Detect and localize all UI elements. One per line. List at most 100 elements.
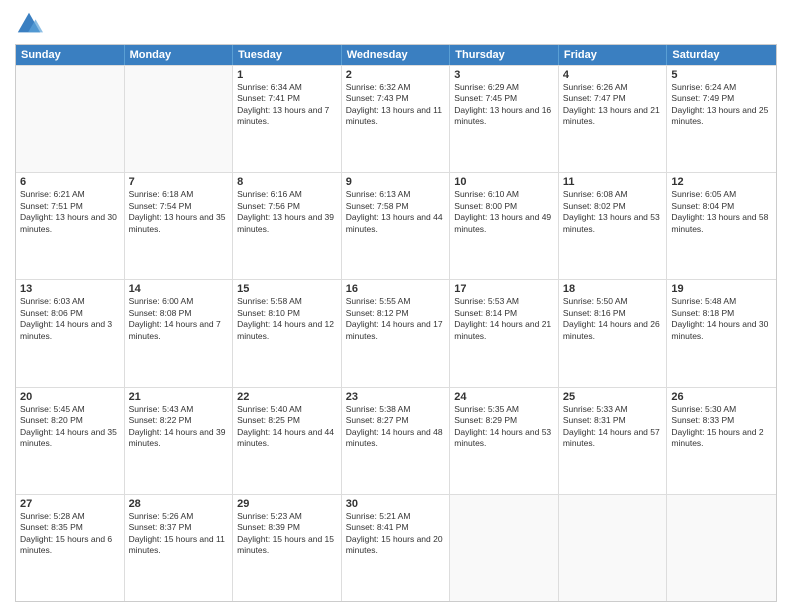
day-info: Sunrise: 6:29 AM Sunset: 7:45 PM Dayligh… bbox=[454, 82, 554, 128]
day-info: Sunrise: 5:38 AM Sunset: 8:27 PM Dayligh… bbox=[346, 404, 446, 450]
calendar-cell bbox=[667, 495, 776, 601]
calendar-cell: 22Sunrise: 5:40 AM Sunset: 8:25 PM Dayli… bbox=[233, 388, 342, 494]
day-info: Sunrise: 6:13 AM Sunset: 7:58 PM Dayligh… bbox=[346, 189, 446, 235]
day-number: 12 bbox=[671, 176, 772, 188]
day-number: 28 bbox=[129, 498, 229, 510]
weekday-header: Tuesday bbox=[233, 45, 342, 65]
weekday-header: Wednesday bbox=[342, 45, 451, 65]
calendar-cell: 4Sunrise: 6:26 AM Sunset: 7:47 PM Daylig… bbox=[559, 66, 668, 172]
calendar-cell: 21Sunrise: 5:43 AM Sunset: 8:22 PM Dayli… bbox=[125, 388, 234, 494]
calendar-cell: 19Sunrise: 5:48 AM Sunset: 8:18 PM Dayli… bbox=[667, 280, 776, 386]
calendar-row: 6Sunrise: 6:21 AM Sunset: 7:51 PM Daylig… bbox=[16, 172, 776, 279]
calendar-cell bbox=[450, 495, 559, 601]
day-info: Sunrise: 5:28 AM Sunset: 8:35 PM Dayligh… bbox=[20, 511, 120, 557]
calendar-cell: 13Sunrise: 6:03 AM Sunset: 8:06 PM Dayli… bbox=[16, 280, 125, 386]
day-number: 26 bbox=[671, 391, 772, 403]
day-number: 15 bbox=[237, 283, 337, 295]
day-info: Sunrise: 6:03 AM Sunset: 8:06 PM Dayligh… bbox=[20, 296, 120, 342]
day-number: 9 bbox=[346, 176, 446, 188]
calendar-cell: 5Sunrise: 6:24 AM Sunset: 7:49 PM Daylig… bbox=[667, 66, 776, 172]
day-info: Sunrise: 6:16 AM Sunset: 7:56 PM Dayligh… bbox=[237, 189, 337, 235]
day-number: 29 bbox=[237, 498, 337, 510]
calendar-cell: 26Sunrise: 5:30 AM Sunset: 8:33 PM Dayli… bbox=[667, 388, 776, 494]
calendar: SundayMondayTuesdayWednesdayThursdayFrid… bbox=[15, 44, 777, 602]
calendar-cell: 27Sunrise: 5:28 AM Sunset: 8:35 PM Dayli… bbox=[16, 495, 125, 601]
calendar-cell: 15Sunrise: 5:58 AM Sunset: 8:10 PM Dayli… bbox=[233, 280, 342, 386]
calendar-cell: 7Sunrise: 6:18 AM Sunset: 7:54 PM Daylig… bbox=[125, 173, 234, 279]
day-info: Sunrise: 5:21 AM Sunset: 8:41 PM Dayligh… bbox=[346, 511, 446, 557]
calendar-cell bbox=[16, 66, 125, 172]
day-number: 7 bbox=[129, 176, 229, 188]
weekday-header: Sunday bbox=[16, 45, 125, 65]
day-number: 17 bbox=[454, 283, 554, 295]
calendar-cell: 25Sunrise: 5:33 AM Sunset: 8:31 PM Dayli… bbox=[559, 388, 668, 494]
weekday-header: Thursday bbox=[450, 45, 559, 65]
day-info: Sunrise: 6:18 AM Sunset: 7:54 PM Dayligh… bbox=[129, 189, 229, 235]
day-info: Sunrise: 5:26 AM Sunset: 8:37 PM Dayligh… bbox=[129, 511, 229, 557]
calendar-header: SundayMondayTuesdayWednesdayThursdayFrid… bbox=[16, 45, 776, 65]
day-number: 1 bbox=[237, 69, 337, 81]
calendar-cell: 23Sunrise: 5:38 AM Sunset: 8:27 PM Dayli… bbox=[342, 388, 451, 494]
page: SundayMondayTuesdayWednesdayThursdayFrid… bbox=[0, 0, 792, 612]
day-info: Sunrise: 6:34 AM Sunset: 7:41 PM Dayligh… bbox=[237, 82, 337, 128]
day-info: Sunrise: 6:00 AM Sunset: 8:08 PM Dayligh… bbox=[129, 296, 229, 342]
day-info: Sunrise: 5:55 AM Sunset: 8:12 PM Dayligh… bbox=[346, 296, 446, 342]
calendar-cell: 18Sunrise: 5:50 AM Sunset: 8:16 PM Dayli… bbox=[559, 280, 668, 386]
day-number: 11 bbox=[563, 176, 663, 188]
weekday-header: Saturday bbox=[667, 45, 776, 65]
logo bbox=[15, 10, 47, 38]
calendar-cell: 3Sunrise: 6:29 AM Sunset: 7:45 PM Daylig… bbox=[450, 66, 559, 172]
day-number: 30 bbox=[346, 498, 446, 510]
day-number: 21 bbox=[129, 391, 229, 403]
day-info: Sunrise: 6:24 AM Sunset: 7:49 PM Dayligh… bbox=[671, 82, 772, 128]
calendar-cell: 2Sunrise: 6:32 AM Sunset: 7:43 PM Daylig… bbox=[342, 66, 451, 172]
day-info: Sunrise: 5:30 AM Sunset: 8:33 PM Dayligh… bbox=[671, 404, 772, 450]
day-number: 13 bbox=[20, 283, 120, 295]
calendar-cell: 20Sunrise: 5:45 AM Sunset: 8:20 PM Dayli… bbox=[16, 388, 125, 494]
logo-icon bbox=[15, 10, 43, 38]
calendar-body: 1Sunrise: 6:34 AM Sunset: 7:41 PM Daylig… bbox=[16, 65, 776, 601]
calendar-cell: 10Sunrise: 6:10 AM Sunset: 8:00 PM Dayli… bbox=[450, 173, 559, 279]
calendar-cell: 24Sunrise: 5:35 AM Sunset: 8:29 PM Dayli… bbox=[450, 388, 559, 494]
day-info: Sunrise: 5:23 AM Sunset: 8:39 PM Dayligh… bbox=[237, 511, 337, 557]
day-info: Sunrise: 5:53 AM Sunset: 8:14 PM Dayligh… bbox=[454, 296, 554, 342]
day-info: Sunrise: 6:10 AM Sunset: 8:00 PM Dayligh… bbox=[454, 189, 554, 235]
calendar-row: 20Sunrise: 5:45 AM Sunset: 8:20 PM Dayli… bbox=[16, 387, 776, 494]
calendar-cell: 16Sunrise: 5:55 AM Sunset: 8:12 PM Dayli… bbox=[342, 280, 451, 386]
day-info: Sunrise: 5:35 AM Sunset: 8:29 PM Dayligh… bbox=[454, 404, 554, 450]
day-number: 22 bbox=[237, 391, 337, 403]
calendar-cell bbox=[125, 66, 234, 172]
day-number: 27 bbox=[20, 498, 120, 510]
day-number: 3 bbox=[454, 69, 554, 81]
day-info: Sunrise: 5:48 AM Sunset: 8:18 PM Dayligh… bbox=[671, 296, 772, 342]
calendar-cell: 28Sunrise: 5:26 AM Sunset: 8:37 PM Dayli… bbox=[125, 495, 234, 601]
calendar-cell: 17Sunrise: 5:53 AM Sunset: 8:14 PM Dayli… bbox=[450, 280, 559, 386]
day-number: 18 bbox=[563, 283, 663, 295]
day-number: 10 bbox=[454, 176, 554, 188]
day-info: Sunrise: 6:21 AM Sunset: 7:51 PM Dayligh… bbox=[20, 189, 120, 235]
calendar-cell: 29Sunrise: 5:23 AM Sunset: 8:39 PM Dayli… bbox=[233, 495, 342, 601]
calendar-cell: 30Sunrise: 5:21 AM Sunset: 8:41 PM Dayli… bbox=[342, 495, 451, 601]
day-number: 19 bbox=[671, 283, 772, 295]
day-info: Sunrise: 5:50 AM Sunset: 8:16 PM Dayligh… bbox=[563, 296, 663, 342]
day-info: Sunrise: 5:43 AM Sunset: 8:22 PM Dayligh… bbox=[129, 404, 229, 450]
calendar-cell: 1Sunrise: 6:34 AM Sunset: 7:41 PM Daylig… bbox=[233, 66, 342, 172]
calendar-row: 1Sunrise: 6:34 AM Sunset: 7:41 PM Daylig… bbox=[16, 65, 776, 172]
calendar-cell: 6Sunrise: 6:21 AM Sunset: 7:51 PM Daylig… bbox=[16, 173, 125, 279]
day-info: Sunrise: 5:45 AM Sunset: 8:20 PM Dayligh… bbox=[20, 404, 120, 450]
day-number: 24 bbox=[454, 391, 554, 403]
day-info: Sunrise: 5:58 AM Sunset: 8:10 PM Dayligh… bbox=[237, 296, 337, 342]
calendar-cell: 12Sunrise: 6:05 AM Sunset: 8:04 PM Dayli… bbox=[667, 173, 776, 279]
calendar-row: 27Sunrise: 5:28 AM Sunset: 8:35 PM Dayli… bbox=[16, 494, 776, 601]
calendar-cell: 14Sunrise: 6:00 AM Sunset: 8:08 PM Dayli… bbox=[125, 280, 234, 386]
day-number: 20 bbox=[20, 391, 120, 403]
day-number: 14 bbox=[129, 283, 229, 295]
calendar-cell bbox=[559, 495, 668, 601]
day-info: Sunrise: 6:26 AM Sunset: 7:47 PM Dayligh… bbox=[563, 82, 663, 128]
day-number: 4 bbox=[563, 69, 663, 81]
weekday-header: Friday bbox=[559, 45, 668, 65]
calendar-cell: 8Sunrise: 6:16 AM Sunset: 7:56 PM Daylig… bbox=[233, 173, 342, 279]
weekday-header: Monday bbox=[125, 45, 234, 65]
day-info: Sunrise: 5:33 AM Sunset: 8:31 PM Dayligh… bbox=[563, 404, 663, 450]
day-number: 25 bbox=[563, 391, 663, 403]
